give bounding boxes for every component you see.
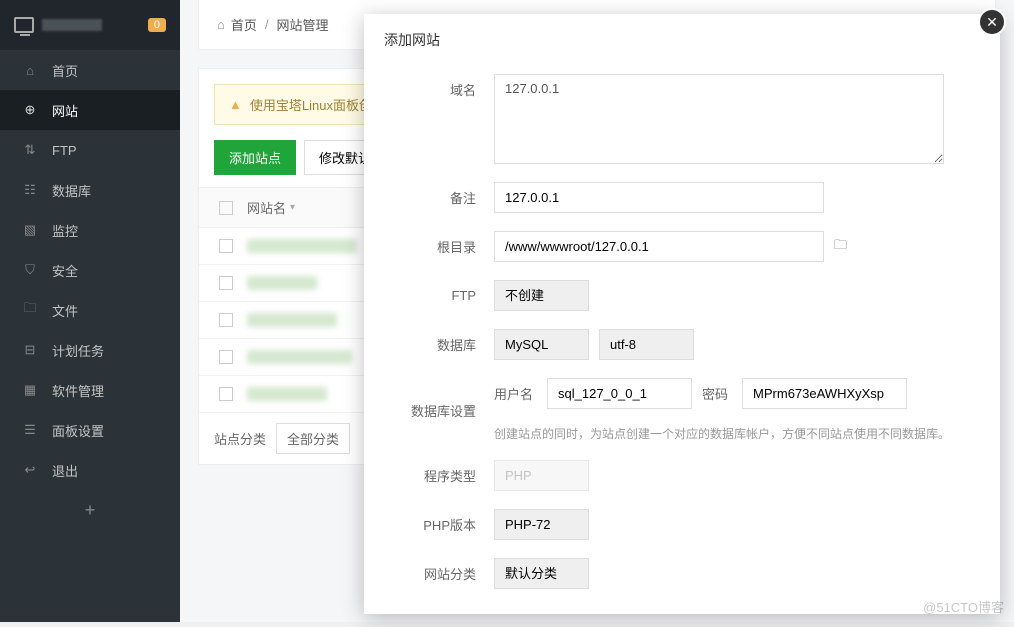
db-pass-input[interactable] [742, 378, 907, 409]
close-button[interactable]: ✕ [978, 8, 1006, 36]
domain-input[interactable] [494, 74, 944, 164]
program-select: PHP [494, 460, 589, 491]
category-select[interactable]: 默认分类 [494, 558, 589, 589]
label-category: 网站分类 [394, 564, 494, 583]
add-site-modal: ✕ 添加网站 域名 备注 根目录 🗀 FTP 不创建 [364, 14, 1000, 614]
label-db-settings: 数据库设置 [394, 401, 494, 420]
watermark: @51CTO博客 [923, 597, 1004, 616]
remark-input[interactable] [494, 182, 824, 213]
charset-select[interactable]: utf-8 [599, 329, 694, 360]
modal-title: 添加网站 [364, 14, 1000, 66]
label-domain: 域名 [394, 74, 494, 99]
folder-browse-icon[interactable]: 🗀 [834, 236, 847, 258]
label-phpver: PHP版本 [394, 515, 494, 534]
label-remark: 备注 [394, 188, 494, 207]
modal-overlay: ✕ 添加网站 域名 备注 根目录 🗀 FTP 不创建 [0, 0, 1014, 622]
ftp-select[interactable]: 不创建 [494, 280, 589, 311]
root-input[interactable] [494, 231, 824, 262]
label-program: 程序类型 [394, 466, 494, 485]
phpver-select[interactable]: PHP-72 [494, 509, 589, 540]
label-ftp: FTP [394, 288, 494, 303]
modal-body: 域名 备注 根目录 🗀 FTP 不创建 数据库 [364, 66, 1000, 627]
label-db-pass: 密码 [702, 384, 728, 403]
label-db: 数据库 [394, 335, 494, 354]
label-db-user: 用户名 [494, 384, 533, 403]
db-user-input[interactable] [547, 378, 692, 409]
db-hint: 创建站点的同时，为站点创建一个对应的数据库帐户，方便不同站点使用不同数据库。 [494, 425, 970, 442]
db-select[interactable]: MySQL [494, 329, 589, 360]
label-root: 根目录 [394, 237, 494, 256]
